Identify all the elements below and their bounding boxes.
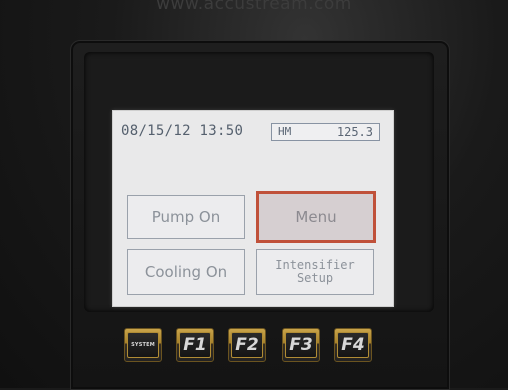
- system-key-label: SYSTEM: [131, 342, 155, 348]
- cooling-on-button[interactable]: Cooling On: [127, 249, 245, 295]
- f3-key-label: F3: [289, 335, 313, 355]
- hm-readout-label: HM: [278, 125, 292, 138]
- f4-key-face: F4: [337, 332, 369, 358]
- intensifier-setup-button[interactable]: Intensifier Setup: [256, 249, 374, 295]
- f1-key[interactable]: F1: [176, 328, 214, 362]
- f1-key-face: F1: [179, 332, 211, 358]
- f2-key-label: F2: [235, 335, 259, 355]
- f2-key-face: F2: [231, 332, 263, 358]
- hm-readout: HM 125.3: [271, 123, 380, 141]
- touch-screen: 08/15/12 13:50 HM 125.3 Pump On Menu Coo…: [112, 110, 394, 307]
- f1-key-label: F1: [183, 335, 207, 355]
- hm-readout-value: 125.3: [336, 125, 373, 139]
- system-key[interactable]: SYSTEM: [124, 328, 162, 362]
- menu-button[interactable]: Menu: [256, 191, 376, 243]
- watermark-text: www.accustream.com: [156, 0, 352, 14]
- intensifier-setup-label-line2: Setup: [296, 271, 334, 285]
- f2-key[interactable]: F2: [228, 328, 266, 362]
- pump-on-button[interactable]: Pump On: [127, 195, 245, 239]
- f3-key[interactable]: F3: [282, 328, 320, 362]
- function-key-row: SYSTEM F1 F2 F3 F4: [124, 328, 384, 362]
- system-key-face: SYSTEM: [127, 332, 159, 358]
- f4-key-label: F4: [341, 335, 365, 355]
- status-bar: 08/15/12 13:50 HM 125.3: [121, 123, 385, 141]
- f3-key-face: F3: [285, 332, 317, 358]
- f4-key[interactable]: F4: [334, 328, 372, 362]
- date-time-display: 08/15/12 13:50: [121, 123, 244, 139]
